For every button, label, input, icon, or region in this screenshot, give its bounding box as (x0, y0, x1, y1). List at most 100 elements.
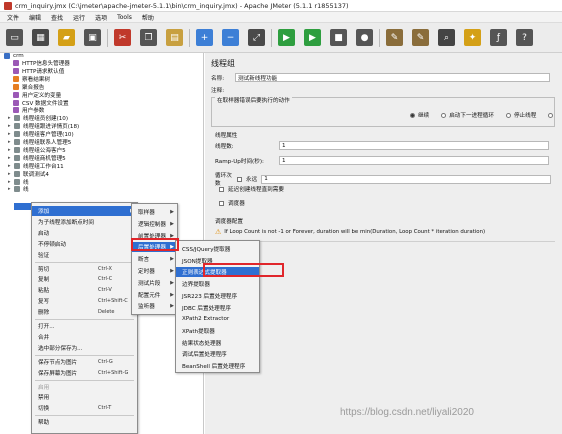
add-submenu-item[interactable]: 定时器 ▶ (132, 266, 177, 276)
post-submenu-item[interactable]: 边界提取器 (176, 279, 259, 289)
tree-node-item[interactable]: ▸ 线程组商机管理5 (8, 154, 66, 162)
context-menu-item[interactable]: 启动 (32, 228, 137, 238)
add-submenu-item[interactable]: 断言 ▶ (132, 254, 177, 264)
tree-node-item[interactable]: 用户定义的变量 (13, 91, 61, 99)
add-submenu-item[interactable]: 逻辑控制器 ▶ (132, 219, 177, 229)
tree-node-item[interactable]: 用户参数 (13, 106, 44, 114)
context-menu-item[interactable]: 为子线程添加断点时间 (32, 217, 137, 227)
rampup-field[interactable]: 1 (279, 156, 549, 165)
context-menu-item[interactable]: 验证 (32, 250, 137, 260)
tree-node-item[interactable]: HTTP请求默认值 (13, 67, 64, 75)
menu-tools[interactable]: Tools (112, 14, 137, 21)
post-submenu-item[interactable]: BeanShell 后置处理程序 (176, 361, 259, 371)
context-menu-item[interactable]: 粘贴 Ctrl-V (32, 285, 137, 295)
context-menu-item[interactable]: 禁用 (32, 392, 137, 402)
clear-icon[interactable]: ✎ (386, 29, 403, 46)
context-menu-item[interactable]: 帮助 (32, 417, 137, 427)
shutdown-icon[interactable]: ● (356, 29, 373, 46)
expand-toggle-icon[interactable]: ▸ (8, 123, 13, 129)
context-menu-item[interactable]: 删除 Delete (32, 307, 137, 317)
scheduler-checkbox[interactable] (219, 200, 224, 206)
post-submenu-item[interactable]: JSON提取器 (176, 256, 259, 266)
expand-toggle-icon[interactable]: ▸ (8, 139, 13, 145)
tree-node-item[interactable]: 聚合报告 (13, 83, 44, 91)
continue-radio[interactable] (410, 112, 415, 118)
menu-run[interactable]: 运行 (68, 13, 90, 22)
post-submenu-item[interactable]: XPath提取器 (176, 326, 259, 336)
function-helper-icon[interactable]: ƒ (490, 29, 507, 46)
loop-count-field[interactable]: 1 (261, 174, 552, 184)
post-submenu-item[interactable]: JSR223 后置处理程序 (176, 291, 259, 301)
add-submenu-item[interactable]: 取样器 ▶ (132, 207, 177, 217)
post-submenu-item[interactable]: XPath2 Extractor (176, 314, 259, 324)
delay-thread-checkbox[interactable] (219, 186, 224, 192)
tree-node-item[interactable]: ▸ 线程组工作台11 (8, 162, 64, 170)
reset-search-icon[interactable]: ✦ (464, 29, 481, 46)
comment-field[interactable] (235, 85, 550, 94)
context-menu-item[interactable]: 合并 (32, 332, 137, 342)
paste-icon[interactable]: ▤ (166, 29, 183, 46)
post-submenu-item[interactable]: 调试后置处理程序 (176, 349, 259, 359)
context-menu-item[interactable]: 打开... (32, 321, 137, 331)
expand-toggle-icon[interactable]: ▸ (8, 163, 13, 169)
save-icon[interactable]: ▣ (84, 29, 101, 46)
context-menu-item[interactable]: 切换 Ctrl-T (32, 403, 137, 413)
start-no-pause-icon[interactable]: ▶ (304, 29, 321, 46)
search-icon[interactable]: ⌕ (438, 29, 455, 46)
post-submenu-item[interactable]: 结果状态处理器 (176, 338, 259, 348)
tree-node-item[interactable]: ▸ 联调测试4 (8, 170, 49, 178)
templates-icon[interactable]: ▦ (32, 29, 49, 46)
expand-icon[interactable]: + (196, 29, 213, 46)
help-icon[interactable]: ? (516, 29, 533, 46)
context-menu-item[interactable]: 复制 Ctrl-C (32, 274, 137, 284)
toggle-icon[interactable]: ⤢ (248, 29, 265, 46)
expand-toggle-icon[interactable]: ▸ (8, 179, 13, 185)
expand-toggle-icon[interactable]: ▸ (8, 131, 13, 137)
cut-icon[interactable]: ✂ (114, 29, 131, 46)
tree-node-item[interactable]: CSV 数据文件设置 (13, 99, 69, 107)
start-icon[interactable]: ▶ (278, 29, 295, 46)
menu-search[interactable]: 查找 (46, 13, 68, 22)
open-icon[interactable]: ▰ (58, 29, 75, 46)
clear-all-icon[interactable]: ✎ (412, 29, 429, 46)
tree-node-item[interactable]: 察看结果树 (13, 75, 50, 83)
threads-field[interactable]: 1 (279, 141, 549, 150)
menu-file[interactable]: 文件 (2, 13, 24, 22)
stop-thread-radio[interactable] (505, 112, 511, 118)
menu-help[interactable]: 帮助 (137, 13, 159, 22)
context-menu-item[interactable]: 剪切 Ctrl-X (32, 264, 137, 274)
expand-toggle-icon[interactable]: ▸ (8, 115, 13, 121)
menu-options[interactable]: 选项 (90, 13, 112, 22)
expand-toggle-icon[interactable]: ▸ (8, 147, 13, 153)
next-loop-radio[interactable] (441, 112, 447, 118)
tree-node-item[interactable]: ▸ 线 (8, 185, 29, 193)
context-menu-item[interactable]: 选中部分保存为... (32, 343, 137, 353)
name-field[interactable]: 测试新线程功能 (235, 73, 550, 82)
expand-toggle-icon[interactable]: ▸ (8, 186, 13, 192)
tree-node-item[interactable]: HTTP信息头管理器 (13, 59, 70, 67)
stop-test-radio[interactable] (548, 112, 554, 118)
collapse-icon[interactable]: − (222, 29, 239, 46)
context-menu-item[interactable]: 保存屏幕为图片 Ctrl+Shift-G (32, 368, 137, 378)
menu-edit[interactable]: 编辑 (24, 13, 46, 22)
add-submenu-item[interactable]: 前置处理器 ▶ (132, 231, 177, 241)
tree-node-item[interactable]: ▸ 线程组跟进详情页(18) (8, 122, 79, 130)
add-submenu-item[interactable]: 测试片段 ▶ (132, 278, 177, 288)
loop-forever-checkbox[interactable] (237, 176, 242, 182)
context-menu-item[interactable]: 复写 Ctrl+Shift-C (32, 296, 137, 306)
add-submenu-item[interactable]: 后置处理器 ▶ (132, 242, 177, 253)
add-submenu-item[interactable]: 配置元件 ▶ (132, 290, 177, 300)
copy-icon[interactable]: ❐ (140, 29, 157, 46)
tree-node-item[interactable]: ▸ 线程组联系人管理5 (8, 138, 71, 146)
context-menu-item[interactable]: 添加▶ (32, 206, 137, 216)
context-menu-item[interactable]: 保存节点为图片 Ctrl-G (32, 357, 137, 367)
post-submenu-item[interactable]: 正则表达式提取器 (176, 267, 259, 278)
new-icon[interactable]: ▭ (6, 29, 23, 46)
post-submenu-item[interactable]: CSS/JQuery提取器 (176, 244, 259, 254)
expand-toggle-icon[interactable]: ▸ (8, 155, 13, 161)
tree-node-item[interactable]: ▸ 线 (8, 178, 29, 186)
tree-node-item[interactable]: ▸ 线程组员创建(10) (8, 114, 68, 122)
expand-toggle-icon[interactable]: ▸ (8, 171, 13, 177)
context-menu-item[interactable]: 不停顿启动 (32, 239, 137, 249)
stop-icon[interactable]: ■ (330, 29, 347, 46)
